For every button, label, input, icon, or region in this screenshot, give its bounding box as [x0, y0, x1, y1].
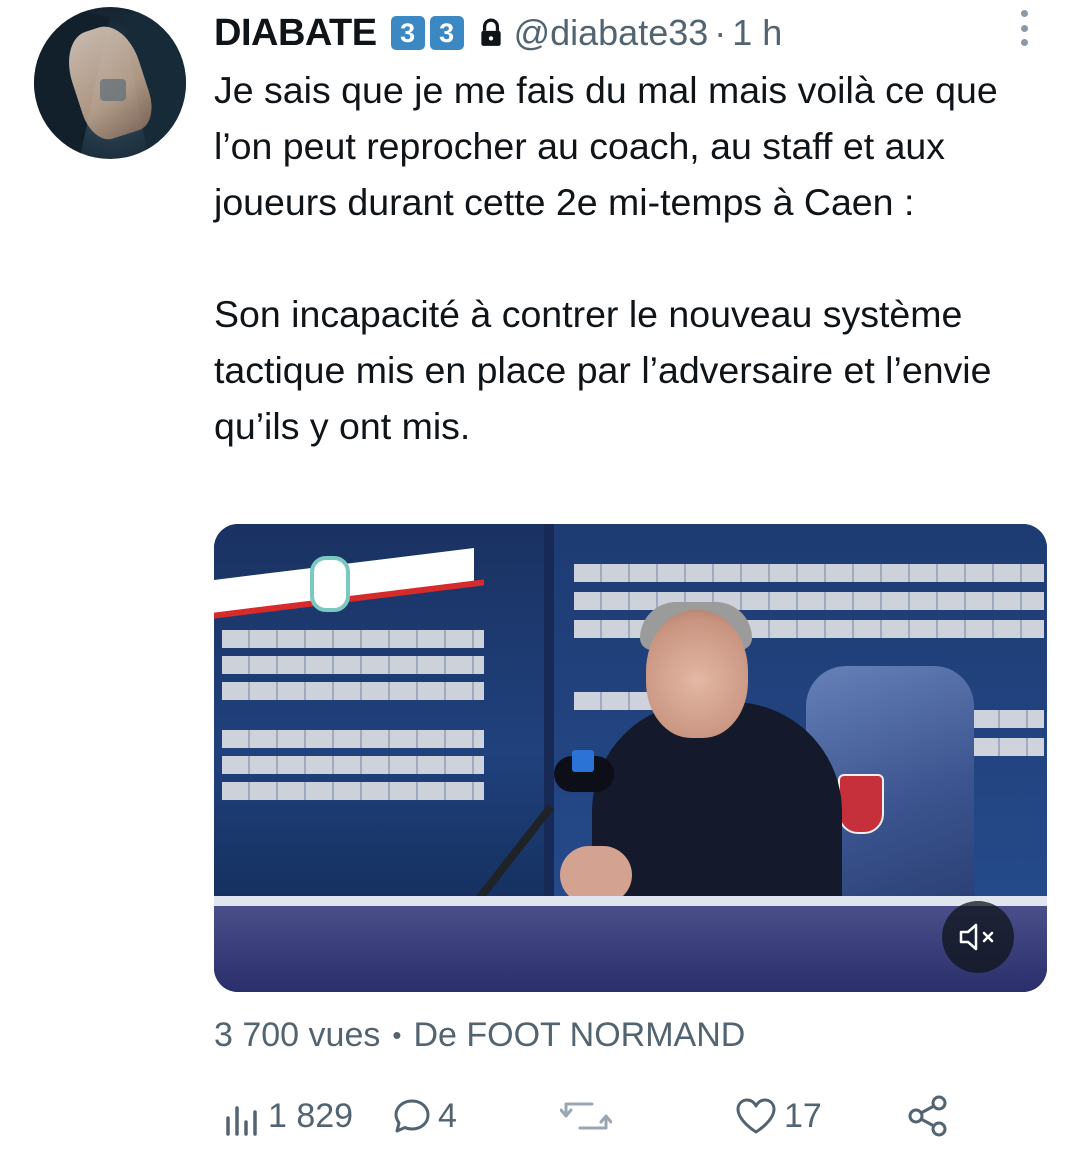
video-source[interactable]: De FOOT NORMAND: [413, 1016, 745, 1055]
tweet-paragraph: Son incapacité à contrer le nouveau syst…: [214, 293, 992, 447]
separator-dot: ·: [714, 12, 727, 53]
author-avatar[interactable]: [34, 7, 186, 159]
video-player[interactable]: [214, 524, 1047, 992]
like-button[interactable]: 17: [734, 1090, 822, 1142]
views-button[interactable]: 1 829: [222, 1090, 353, 1142]
more-icon[interactable]: [1015, 10, 1033, 46]
tweet-header: DIABATE 3 3 @diabate33 · 1 h: [214, 10, 782, 56]
reply-button[interactable]: 4: [392, 1090, 457, 1142]
tweet-text: Je sais que je me fais du mal mais voilà…: [214, 62, 1034, 454]
keycap-emoji: 3: [429, 16, 464, 50]
tweet-time[interactable]: 1 h: [732, 12, 782, 54]
tweet-meta: 3 700 vues • De FOOT NORMAND: [214, 1016, 745, 1055]
replies-count: 4: [438, 1096, 457, 1135]
heart-icon: [736, 1098, 776, 1134]
volume-muted-icon[interactable]: [942, 901, 1014, 973]
author-handle[interactable]: @diabate33: [514, 12, 709, 54]
author-name[interactable]: DIABATE: [214, 12, 377, 55]
retweet-icon: [560, 1102, 612, 1130]
reply-icon: [394, 1099, 430, 1133]
separator-dot: •: [392, 1020, 402, 1050]
view-count: 3 700 vues: [214, 1016, 381, 1054]
retweet-button[interactable]: [560, 1090, 618, 1142]
likes-count: 17: [784, 1096, 822, 1135]
share-button[interactable]: [906, 1090, 950, 1142]
views-count: 1 829: [268, 1096, 354, 1135]
keycap-emoji: 3: [390, 16, 425, 50]
tweet-paragraph: Je sais que je me fais du mal mais voilà…: [214, 69, 998, 223]
share-icon: [908, 1095, 947, 1137]
action-bar: 1 829 4 17: [214, 1090, 994, 1142]
lock-icon: [480, 18, 501, 46]
analytics-icon: [226, 1106, 257, 1136]
